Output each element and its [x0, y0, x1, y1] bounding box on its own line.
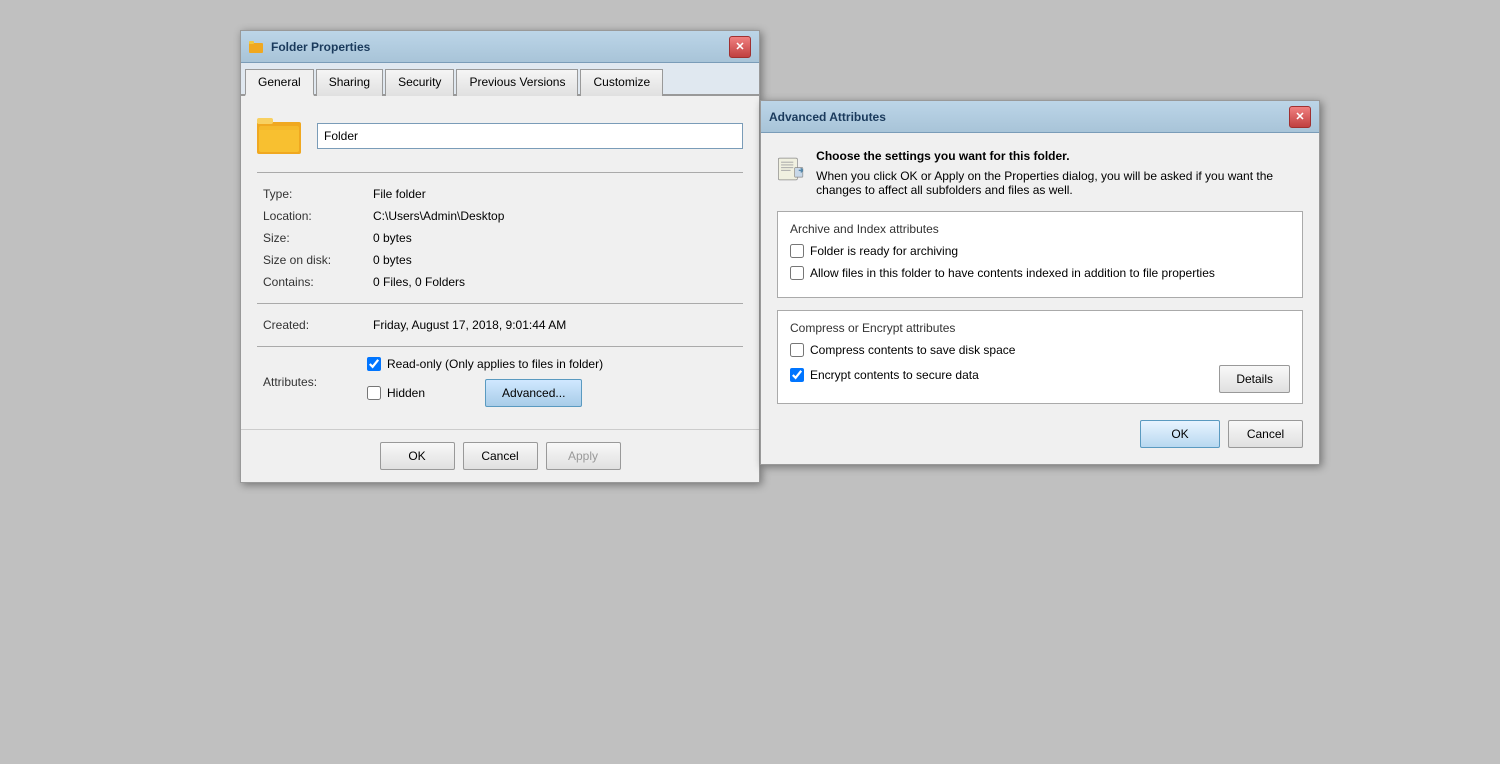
size-label: Size:: [257, 227, 367, 249]
compress-checkbox-row: Compress contents to save disk space: [790, 343, 1290, 359]
tab-security[interactable]: Security: [385, 69, 454, 96]
created-row: Created: Friday, August 17, 2018, 9:01:4…: [257, 314, 743, 336]
ok-button[interactable]: OK: [380, 442, 455, 470]
attributes-controls: Read-only (Only applies to files in fold…: [367, 357, 603, 407]
hidden-checkbox[interactable]: [367, 386, 381, 400]
size-value: 0 bytes: [367, 227, 743, 249]
adv-titlebar-left: Advanced Attributes: [769, 110, 886, 124]
attributes-label: Attributes:: [257, 375, 367, 389]
archive-checkbox-row: Folder is ready for archiving: [790, 244, 1290, 260]
tab-previous-versions[interactable]: Previous Versions: [456, 69, 578, 96]
adv-header-row: Choose the settings you want for this fo…: [777, 149, 1303, 197]
info-table: Type: File folder Location: C:\Users\Adm…: [257, 183, 743, 293]
type-row: Type: File folder: [257, 183, 743, 205]
adv-description-line2: When you click OK or Apply on the Proper…: [816, 169, 1303, 197]
advanced-button[interactable]: Advanced...: [485, 379, 582, 407]
index-label: Allow files in this folder to have conte…: [810, 266, 1215, 282]
folder-header: [257, 112, 743, 160]
adv-cancel-button[interactable]: Cancel: [1228, 420, 1303, 448]
index-checkbox[interactable]: [790, 266, 804, 280]
created-value: Friday, August 17, 2018, 9:01:44 AM: [367, 314, 743, 336]
archive-index-section: Archive and Index attributes Folder is r…: [777, 211, 1303, 298]
titlebar-folder-icon: [249, 39, 265, 55]
compress-encrypt-section: Compress or Encrypt attributes Compress …: [777, 310, 1303, 404]
attributes-row: Attributes: Read-only (Only applies to f…: [257, 357, 743, 407]
hidden-row: Hidden: [367, 386, 425, 400]
titlebar-left: Folder Properties: [249, 39, 370, 55]
archive-section-title: Archive and Index attributes: [790, 222, 1290, 236]
hidden-advanced-row: Hidden Advanced...: [367, 379, 603, 407]
size-on-disk-value: 0 bytes: [367, 249, 743, 271]
hidden-label: Hidden: [387, 386, 425, 400]
size-row: Size: 0 bytes: [257, 227, 743, 249]
folder-props-titlebar: Folder Properties ✕: [241, 31, 759, 63]
divider-3: [257, 346, 743, 347]
folder-large-icon: [257, 112, 305, 160]
size-on-disk-label: Size on disk:: [257, 249, 367, 271]
attributes-section: Attributes: Read-only (Only applies to f…: [257, 357, 743, 407]
apply-button[interactable]: Apply: [546, 442, 621, 470]
readonly-label: Read-only (Only applies to files in fold…: [387, 357, 603, 371]
archive-label: Folder is ready for archiving: [810, 244, 958, 260]
advanced-attrs-titlebar: Advanced Attributes ✕: [761, 101, 1319, 133]
readonly-checkbox[interactable]: [367, 357, 381, 371]
advanced-attrs-footer: OK Cancel: [777, 420, 1303, 448]
location-label: Location:: [257, 205, 367, 227]
folder-props-close-button[interactable]: ✕: [729, 36, 751, 58]
compress-section-title: Compress or Encrypt attributes: [790, 321, 1290, 335]
contains-label: Contains:: [257, 271, 367, 293]
advanced-attributes-window: Advanced Attributes ✕ Choose the setting…: [760, 100, 1320, 465]
created-table: Created: Friday, August 17, 2018, 9:01:4…: [257, 314, 743, 336]
encrypt-label: Encrypt contents to secure data: [810, 368, 979, 384]
location-value: C:\Users\Admin\Desktop: [367, 205, 743, 227]
folder-props-footer: OK Cancel Apply: [241, 429, 759, 482]
folder-properties-window: Folder Properties ✕ General Sharing Secu…: [240, 30, 760, 483]
details-button[interactable]: Details: [1219, 365, 1290, 393]
folder-props-content: Type: File folder Location: C:\Users\Adm…: [241, 96, 759, 429]
tab-sharing[interactable]: Sharing: [316, 69, 383, 96]
archive-checkbox[interactable]: [790, 244, 804, 258]
divider-1: [257, 172, 743, 173]
encrypt-details-row: Encrypt contents to secure data Details: [790, 365, 1290, 393]
adv-description-line1: Choose the settings you want for this fo…: [816, 149, 1303, 163]
advanced-attrs-content: Choose the settings you want for this fo…: [761, 133, 1319, 464]
type-value: File folder: [367, 183, 743, 205]
adv-attrs-icon: [777, 149, 804, 189]
contains-row: Contains: 0 Files, 0 Folders: [257, 271, 743, 293]
size-on-disk-row: Size on disk: 0 bytes: [257, 249, 743, 271]
compress-label: Compress contents to save disk space: [810, 343, 1015, 359]
adv-ok-button[interactable]: OK: [1140, 420, 1220, 448]
advanced-attrs-close-button[interactable]: ✕: [1289, 106, 1311, 128]
adv-description: Choose the settings you want for this fo…: [816, 149, 1303, 197]
folder-props-tabs: General Sharing Security Previous Versio…: [241, 63, 759, 96]
type-label: Type:: [257, 183, 367, 205]
contains-value: 0 Files, 0 Folders: [367, 271, 743, 293]
folder-props-title: Folder Properties: [271, 40, 370, 54]
encrypt-checkbox[interactable]: [790, 368, 804, 382]
compress-checkbox[interactable]: [790, 343, 804, 357]
folder-name-input[interactable]: [317, 123, 743, 149]
index-checkbox-row: Allow files in this folder to have conte…: [790, 266, 1290, 282]
cancel-button[interactable]: Cancel: [463, 442, 538, 470]
tab-general[interactable]: General: [245, 69, 314, 96]
readonly-row: Read-only (Only applies to files in fold…: [367, 357, 603, 371]
location-row: Location: C:\Users\Admin\Desktop: [257, 205, 743, 227]
encrypt-checkbox-row: Encrypt contents to secure data: [790, 368, 979, 384]
tab-customize[interactable]: Customize: [580, 69, 663, 96]
advanced-attrs-title: Advanced Attributes: [769, 110, 886, 124]
divider-2: [257, 303, 743, 304]
created-label: Created:: [257, 314, 367, 336]
